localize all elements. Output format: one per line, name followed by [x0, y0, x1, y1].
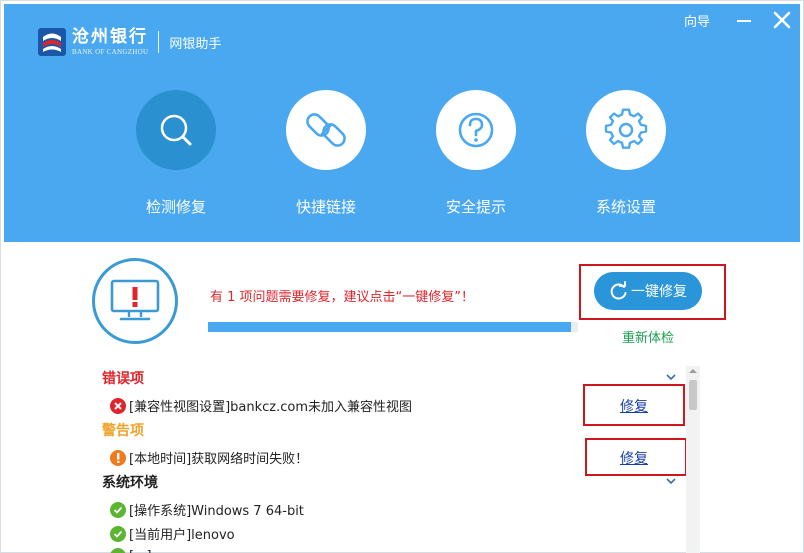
list-scrollbar[interactable] [686, 366, 700, 553]
list-item-env: [操作系统]Windows 7 64-bit [110, 500, 304, 519]
nav-security-tips-label: 安全提示 [445, 198, 506, 216]
nav-security-tips-circle [436, 90, 516, 170]
minimize-button[interactable] [732, 8, 756, 32]
section-warning-title: 警告项 [102, 423, 144, 439]
nav-detect-repair-circle [136, 90, 216, 170]
nav-system-settings[interactable]: 系统设置 [571, 90, 681, 217]
nav-system-settings-circle [586, 90, 666, 170]
error-icon [110, 397, 126, 414]
error-item-text: [兼容性视图设置]bankcz.com未加入兼容性视图 [129, 400, 412, 415]
module-name: 网银助手 [169, 36, 222, 52]
header-banner: 沧州银行 BANK OF CANGZHOU 网银助手 向导 检测修复 快捷链接 … [4, 4, 800, 242]
section-env-title: 系统环境 [102, 475, 158, 491]
refresh-icon [610, 281, 627, 300]
section-error-title: 错误项 [102, 371, 144, 387]
link-icon [306, 113, 346, 147]
list-item-env: [当前用户]lenovo [110, 524, 235, 543]
gear-icon [604, 108, 648, 149]
env-item-text: [操作系统]Windows 7 64-bit [129, 504, 304, 519]
env-item-text: [...] [129, 549, 152, 553]
check-icon [110, 548, 126, 553]
monitor-alert-icon [92, 258, 178, 344]
fix-all-button[interactable]: 一键修复 [594, 272, 702, 310]
chevron-down-icon[interactable] [665, 476, 677, 486]
nav-quick-links[interactable]: 快捷链接 [271, 90, 381, 217]
list-item-env: [...] [110, 548, 152, 553]
nav-quick-links-label: 快捷链接 [295, 198, 356, 216]
close-button[interactable] [770, 8, 794, 32]
list-item-error: [兼容性视图设置]bankcz.com未加入兼容性视图 [110, 396, 412, 415]
nav-system-settings-label: 系统设置 [595, 198, 656, 216]
question-icon [458, 112, 494, 148]
scroll-up-icon[interactable] [688, 366, 698, 376]
guide-link[interactable]: 向导 [684, 11, 710, 30]
fix-all-label: 一键修复 [631, 284, 687, 300]
bank-logo: 沧州银行 BANK OF CANGZHOU 网银助手 [38, 24, 221, 60]
fix-error-link[interactable]: 修复 [620, 396, 648, 416]
minimize-icon [737, 20, 751, 22]
chevron-down-icon[interactable] [665, 372, 677, 382]
scan-progress-bar [208, 322, 578, 332]
bank-name-en: BANK OF CANGZHOU [72, 48, 149, 56]
bank-logo-mark-icon [38, 28, 66, 56]
nav-quick-links-circle [286, 90, 366, 170]
scroll-thumb[interactable] [689, 380, 697, 410]
fix-warning-link[interactable]: 修复 [620, 448, 648, 468]
logo-divider [158, 31, 160, 53]
search-icon [160, 114, 192, 146]
scan-progress-fill [208, 322, 571, 332]
nav-detect-repair[interactable]: 检测修复 [121, 90, 231, 217]
nav-security-tips[interactable]: 安全提示 [421, 90, 531, 217]
check-icon [110, 501, 126, 518]
bank-name-cn: 沧州银行 [72, 27, 148, 47]
list-item-warning: [本地时间]获取网络时间失败！ [110, 448, 308, 467]
status-message: 有 1 项问题需要修复，建议点击“一键修复”！ [210, 290, 475, 305]
close-icon [773, 11, 791, 29]
env-item-text: [当前用户]lenovo [129, 528, 235, 543]
nav-detect-repair-label: 检测修复 [145, 198, 206, 216]
check-icon [110, 525, 126, 542]
warning-item-text: [本地时间]获取网络时间失败！ [129, 452, 309, 467]
warning-icon [110, 449, 126, 466]
recheck-link[interactable]: 重新体检 [622, 327, 674, 346]
